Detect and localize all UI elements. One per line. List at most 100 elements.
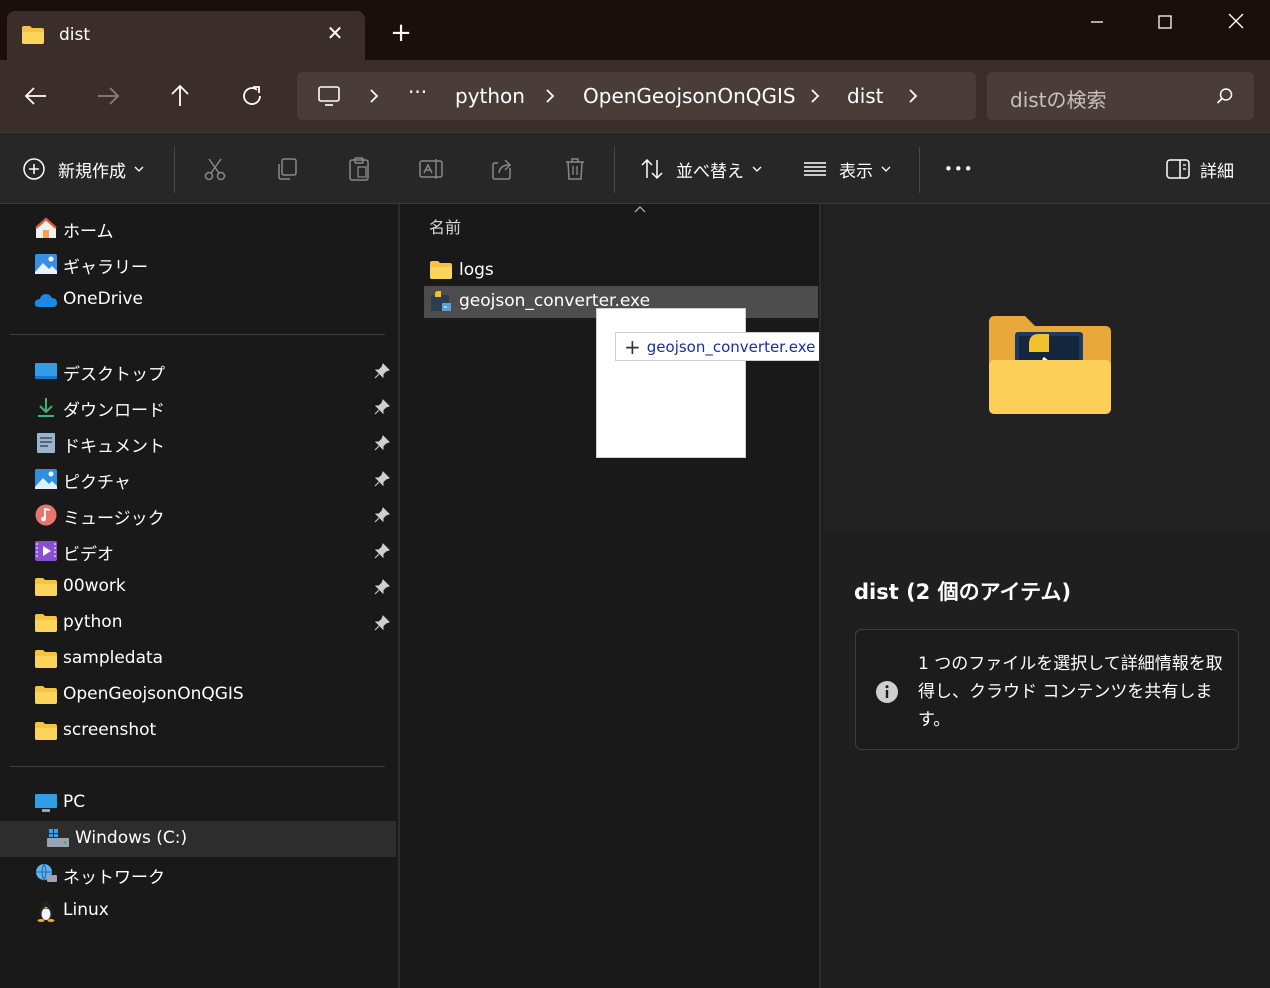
pin-icon[interactable] <box>374 579 390 599</box>
sort-button-label: 並べ替え <box>676 161 744 182</box>
pc-icon <box>34 792 57 814</box>
breadcrumb-dist[interactable]: dist <box>847 84 884 108</box>
info-message-box: 1 つのファイルを選択して詳細情報を取得し、クラウド コンテンツを共有します。 <box>855 629 1239 750</box>
pin-icon[interactable] <box>374 471 390 491</box>
cut-button[interactable] <box>202 155 228 183</box>
sidebar-item-windows-c[interactable]: Windows (C:) <box>0 821 396 857</box>
gallery-icon <box>34 253 57 275</box>
desktop-icon <box>34 360 57 382</box>
new-button[interactable]: 新規作成 <box>22 155 144 183</box>
pin-icon[interactable] <box>374 507 390 527</box>
share-button[interactable] <box>490 155 516 183</box>
details-pane-icon <box>1166 159 1190 179</box>
address-bar[interactable]: ··· python OpenGeojsonOnQGIS dist <box>297 72 976 120</box>
pin-icon[interactable] <box>374 435 390 455</box>
preview-area <box>825 204 1270 532</box>
sidebar-item-label: ホーム <box>63 222 114 242</box>
sidebar-item-label: ギャラリー <box>63 258 148 278</box>
chevron-right-icon[interactable] <box>808 86 822 106</box>
sidebar-item-label: ドキュメント <box>63 437 165 457</box>
home-icon <box>34 217 57 239</box>
chevron-right-icon[interactable] <box>543 86 557 106</box>
breadcrumb-overflow[interactable]: ··· <box>408 80 427 104</box>
view-list-icon <box>804 162 826 176</box>
sidebar-item-documents[interactable]: ドキュメント <box>0 425 396 461</box>
sidebar-item-sampledata[interactable]: sampledata <box>0 641 396 677</box>
sidebar-item-videos[interactable]: ビデオ <box>0 533 396 569</box>
sidebar-item-desktop[interactable]: デスクトップ <box>0 353 396 389</box>
sidebar-item-downloads[interactable]: ダウンロード <box>0 389 396 425</box>
sidebar-item-label: Windows (C:) <box>75 828 188 848</box>
minimize-button[interactable] <box>1077 8 1117 36</box>
back-button[interactable] <box>22 82 50 110</box>
sidebar-item-00work[interactable]: 00work <box>0 569 396 605</box>
pictures-icon <box>34 468 57 490</box>
sort-icon <box>641 158 663 180</box>
forward-button[interactable] <box>94 82 122 110</box>
sidebar-item-music[interactable]: ミュージック <box>0 497 396 533</box>
folder-icon <box>34 576 57 598</box>
folder-preview-icon <box>985 314 1115 420</box>
network-icon <box>34 863 57 885</box>
sidebar-item-onedrive[interactable]: OneDrive <box>0 282 396 318</box>
rename-button[interactable] <box>418 155 444 183</box>
search-box[interactable]: distの検索 <box>987 72 1254 120</box>
breadcrumb-opengeojsononqgis[interactable]: OpenGeojsonOnQGIS <box>583 84 796 108</box>
details-pane-button[interactable]: 詳細 <box>1166 155 1234 183</box>
onedrive-icon <box>34 289 57 311</box>
refresh-button[interactable] <box>238 82 266 110</box>
file-row-logs[interactable]: logs <box>424 255 818 287</box>
sidebar-item-linux[interactable]: Linux <box>0 893 396 929</box>
up-button[interactable] <box>166 82 194 110</box>
column-header-name[interactable]: 名前 <box>429 214 461 238</box>
breadcrumb-python[interactable]: python <box>455 84 525 108</box>
sort-ascending-icon <box>634 200 646 219</box>
pin-icon[interactable] <box>374 543 390 563</box>
sidebar-item-label: Linux <box>63 900 109 920</box>
paste-icon <box>349 157 369 181</box>
sidebar-item-screenshot[interactable]: screenshot <box>0 713 396 749</box>
search-icon[interactable] <box>1216 87 1234 109</box>
details-pane: dist (2 個のアイテム) 1 つのファイルを選択して詳細情報を取得し、クラ… <box>821 204 1270 988</box>
chevron-down-icon <box>134 166 144 172</box>
exe-icon <box>429 291 453 317</box>
sort-button[interactable]: 並べ替え <box>640 155 762 183</box>
sidebar-item-opengeojsononqgis[interactable]: OpenGeojsonOnQGIS <box>0 677 396 713</box>
sidebar-item-label: python <box>63 612 123 632</box>
sidebar-item-python[interactable]: python <box>0 605 396 641</box>
maximize-button[interactable] <box>1145 8 1185 36</box>
sidebar-item-network[interactable]: ネットワーク <box>0 856 396 892</box>
navigation-pane: ホーム ギャラリー OneDrive デスクトップ ダウンロード ドキュメント <box>0 204 398 988</box>
sidebar-item-pc[interactable]: PC <box>0 785 396 821</box>
sidebar-item-label: ミュージック <box>63 509 165 529</box>
tab-dist[interactable]: dist ✕ <box>7 11 365 60</box>
sidebar-item-pictures[interactable]: ピクチャ <box>0 461 396 497</box>
sidebar-item-home[interactable]: ホーム <box>0 210 396 246</box>
delete-button[interactable] <box>562 155 588 183</box>
chevron-right-icon[interactable] <box>906 86 920 106</box>
sidebar-item-label: OneDrive <box>63 289 143 309</box>
info-message-text: 1 つのファイルを選択して詳細情報を取得し、クラウド コンテンツを共有します。 <box>918 654 1223 730</box>
view-button-label: 表示 <box>839 161 873 182</box>
sidebar-item-gallery[interactable]: ギャラリー <box>0 246 396 282</box>
pin-icon[interactable] <box>374 615 390 635</box>
pin-icon[interactable] <box>374 363 390 383</box>
sidebar-item-label: OpenGeojsonOnQGIS <box>63 684 244 704</box>
copy-button[interactable] <box>274 155 300 183</box>
chevron-right-icon[interactable] <box>367 86 381 106</box>
toolbar-divider <box>919 147 920 193</box>
sidebar-item-label: screenshot <box>63 720 157 740</box>
view-button[interactable]: 表示 <box>803 155 891 183</box>
close-window-button[interactable] <box>1216 8 1256 36</box>
plus-icon: + <box>624 334 641 359</box>
copy-icon <box>278 158 297 180</box>
close-tab-button[interactable]: ✕ <box>323 21 347 45</box>
search-placeholder[interactable]: distの検索 <box>1010 84 1107 113</box>
tab-title: dist <box>59 25 91 45</box>
new-button-label: 新規作成 <box>58 161 126 182</box>
paste-button[interactable] <box>346 155 372 183</box>
pin-icon[interactable] <box>374 399 390 419</box>
more-options-button[interactable]: ••• <box>944 155 974 183</box>
navigation-bar: ··· python OpenGeojsonOnQGIS dist distの検… <box>0 60 1270 132</box>
new-tab-button[interactable]: + <box>388 20 414 46</box>
